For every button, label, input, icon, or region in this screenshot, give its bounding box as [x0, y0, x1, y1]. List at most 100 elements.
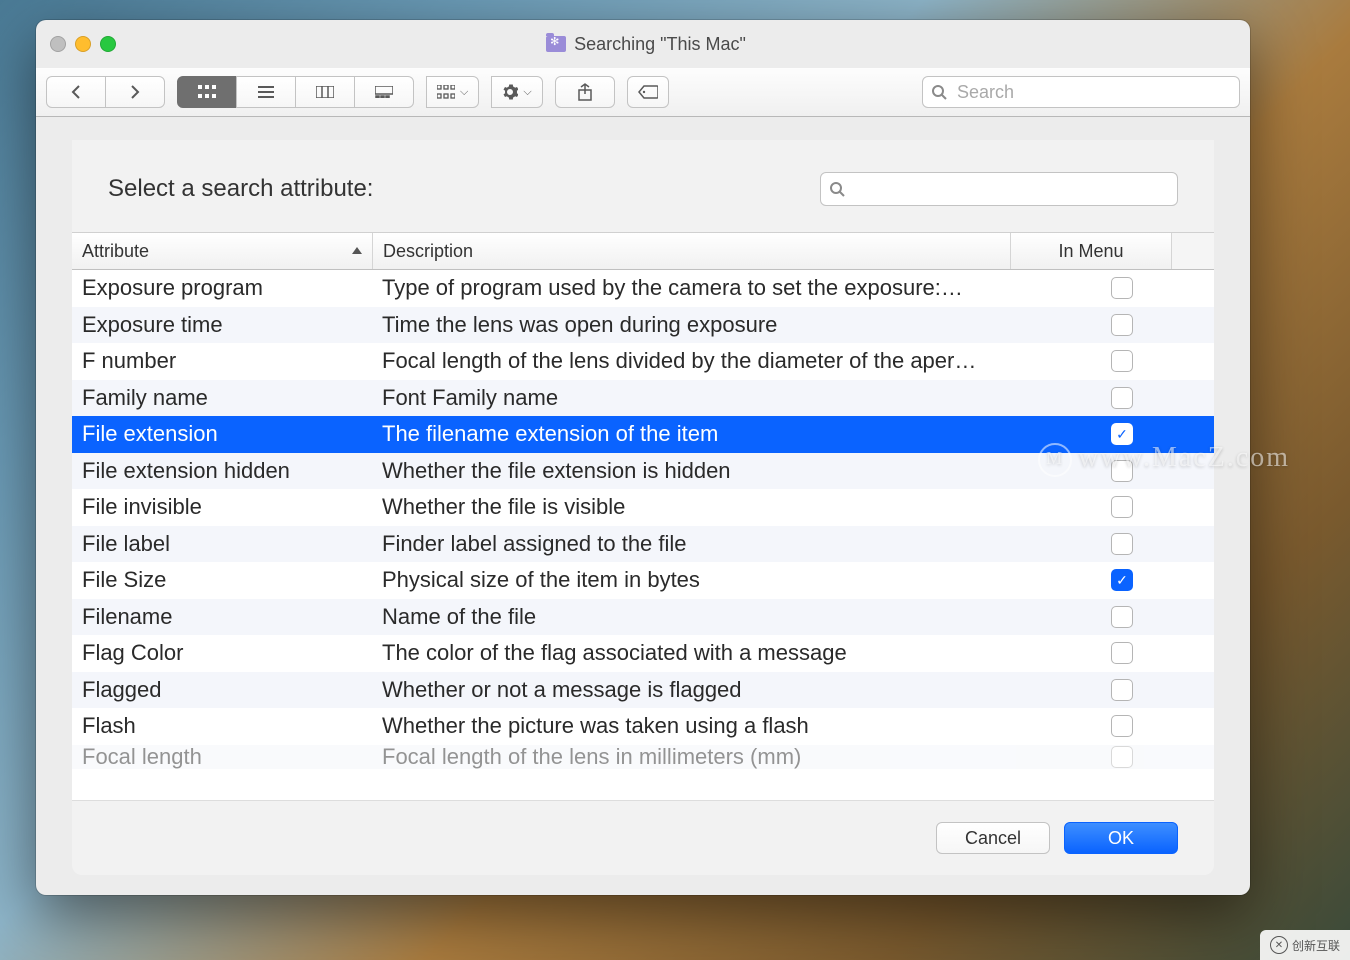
in-menu-checkbox[interactable] — [1111, 746, 1133, 768]
in-menu-cell — [1052, 746, 1192, 768]
attribute-filter-input[interactable] — [853, 179, 1169, 199]
window-title: Searching "This Mac" — [116, 34, 1176, 55]
in-menu-checkbox[interactable] — [1111, 715, 1133, 737]
minimize-button[interactable] — [75, 36, 91, 52]
attribute-cell: File Size — [72, 567, 372, 593]
table-row[interactable]: Exposure timeTime the lens was open duri… — [72, 307, 1214, 344]
grid-icon — [437, 85, 455, 99]
attribute-cell: File extension hidden — [72, 458, 372, 484]
in-menu-checkbox[interactable] — [1111, 350, 1133, 372]
in-menu-cell — [1052, 350, 1192, 372]
in-menu-cell — [1052, 423, 1192, 445]
ok-button[interactable]: OK — [1064, 822, 1178, 854]
column-attribute[interactable]: Attribute — [72, 233, 373, 269]
titlebar: Searching "This Mac" — [36, 20, 1250, 68]
in-menu-checkbox[interactable] — [1111, 277, 1133, 299]
table-row[interactable]: Focal lengthFocal length of the lens in … — [72, 745, 1214, 769]
chevron-right-icon — [130, 85, 140, 99]
attribute-cell: Focal length — [72, 745, 372, 769]
toolbar-search[interactable] — [922, 76, 1240, 108]
description-cell: The filename extension of the item — [372, 421, 1052, 447]
table-row[interactable]: File invisibleWhether the file is visibl… — [72, 489, 1214, 526]
table-row[interactable]: FilenameName of the file — [72, 599, 1214, 636]
window-title-text: Searching "This Mac" — [574, 34, 746, 55]
in-menu-checkbox[interactable] — [1111, 314, 1133, 336]
description-cell: Font Family name — [372, 385, 1052, 411]
toolbar-search-input[interactable] — [955, 81, 1231, 104]
table-body: Exposure programType of program used by … — [72, 270, 1214, 800]
icon-view-icon — [198, 85, 216, 99]
in-menu-checkbox[interactable] — [1111, 387, 1133, 409]
table-row[interactable]: Exposure programType of program used by … — [72, 270, 1214, 307]
in-menu-cell — [1052, 314, 1192, 336]
scrollbar-gutter — [1172, 233, 1214, 269]
attribute-table: Attribute Description In Menu Exposure p… — [72, 232, 1214, 800]
table-row[interactable]: Family nameFont Family name — [72, 380, 1214, 417]
gallery-view-button[interactable] — [354, 76, 414, 108]
chevron-left-icon — [71, 85, 81, 99]
table-row[interactable]: FlashWhether the picture was taken using… — [72, 708, 1214, 745]
cancel-button[interactable]: Cancel — [936, 822, 1050, 854]
table-row[interactable]: FlaggedWhether or not a message is flagg… — [72, 672, 1214, 709]
attribute-cell: Exposure time — [72, 312, 372, 338]
search-icon — [829, 181, 845, 197]
in-menu-checkbox[interactable] — [1111, 496, 1133, 518]
tags-button[interactable] — [627, 76, 669, 108]
toolbar: ⌵ ⌵ — [36, 68, 1250, 117]
in-menu-checkbox[interactable] — [1111, 606, 1133, 628]
table-row[interactable]: Flag ColorThe color of the flag associat… — [72, 635, 1214, 672]
attribute-cell: Family name — [72, 385, 372, 411]
in-menu-checkbox[interactable] — [1111, 642, 1133, 664]
nav-buttons — [46, 76, 165, 108]
group-button-group: ⌵ — [426, 76, 479, 108]
in-menu-cell — [1052, 460, 1192, 482]
maximize-button[interactable] — [100, 36, 116, 52]
back-button[interactable] — [46, 76, 106, 108]
in-menu-checkbox[interactable] — [1111, 679, 1133, 701]
table-row[interactable]: File SizePhysical size of the item in by… — [72, 562, 1214, 599]
in-menu-checkbox[interactable] — [1111, 423, 1133, 445]
share-button[interactable] — [555, 76, 615, 108]
sort-indicator-icon — [352, 247, 362, 255]
action-button[interactable]: ⌵ — [491, 76, 542, 108]
table-row[interactable]: File labelFinder label assigned to the f… — [72, 526, 1214, 563]
finder-window: Searching "This Mac" — [36, 20, 1250, 895]
list-view-button[interactable] — [236, 76, 296, 108]
search-icon — [931, 84, 947, 100]
column-in-menu[interactable]: In Menu — [1011, 233, 1172, 269]
attribute-sheet: Select a search attribute: Attribute Des… — [72, 140, 1214, 875]
icon-view-button[interactable] — [177, 76, 237, 108]
smart-folder-icon — [546, 36, 566, 52]
description-cell: Focal length of the lens in millimeters … — [372, 745, 1052, 769]
description-cell: Whether the picture was taken using a fl… — [372, 713, 1052, 739]
description-cell: Type of program used by the camera to se… — [372, 275, 1052, 301]
in-menu-checkbox[interactable] — [1111, 533, 1133, 555]
gallery-view-icon — [375, 86, 393, 98]
in-menu-cell — [1052, 606, 1192, 628]
in-menu-checkbox[interactable] — [1111, 460, 1133, 482]
close-button[interactable] — [50, 36, 66, 52]
corner-badge: ✕ 创新互联 — [1260, 930, 1350, 960]
attribute-cell: Flag Color — [72, 640, 372, 666]
column-description[interactable]: Description — [373, 233, 1011, 269]
group-by-button[interactable]: ⌵ — [426, 76, 479, 108]
table-row[interactable]: File extension hiddenWhether the file ex… — [72, 453, 1214, 490]
chevron-down-icon: ⌵ — [523, 86, 531, 99]
attribute-filter[interactable] — [820, 172, 1178, 206]
attribute-cell: File extension — [72, 421, 372, 447]
table-row[interactable]: File extensionThe filename extension of … — [72, 416, 1214, 453]
sheet-heading: Select a search attribute: — [108, 175, 373, 203]
table-row[interactable]: F numberFocal length of the lens divided… — [72, 343, 1214, 380]
in-menu-cell — [1052, 277, 1192, 299]
attribute-cell: Exposure program — [72, 275, 372, 301]
description-cell: Name of the file — [372, 604, 1052, 630]
table-header: Attribute Description In Menu — [72, 233, 1214, 270]
attribute-cell: Flash — [72, 713, 372, 739]
column-view-button[interactable] — [295, 76, 355, 108]
in-menu-cell — [1052, 569, 1192, 591]
gear-icon — [502, 84, 518, 100]
description-cell: Whether or not a message is flagged — [372, 677, 1052, 703]
sheet-footer: Cancel OK — [72, 800, 1214, 875]
in-menu-checkbox[interactable] — [1111, 569, 1133, 591]
forward-button[interactable] — [105, 76, 165, 108]
